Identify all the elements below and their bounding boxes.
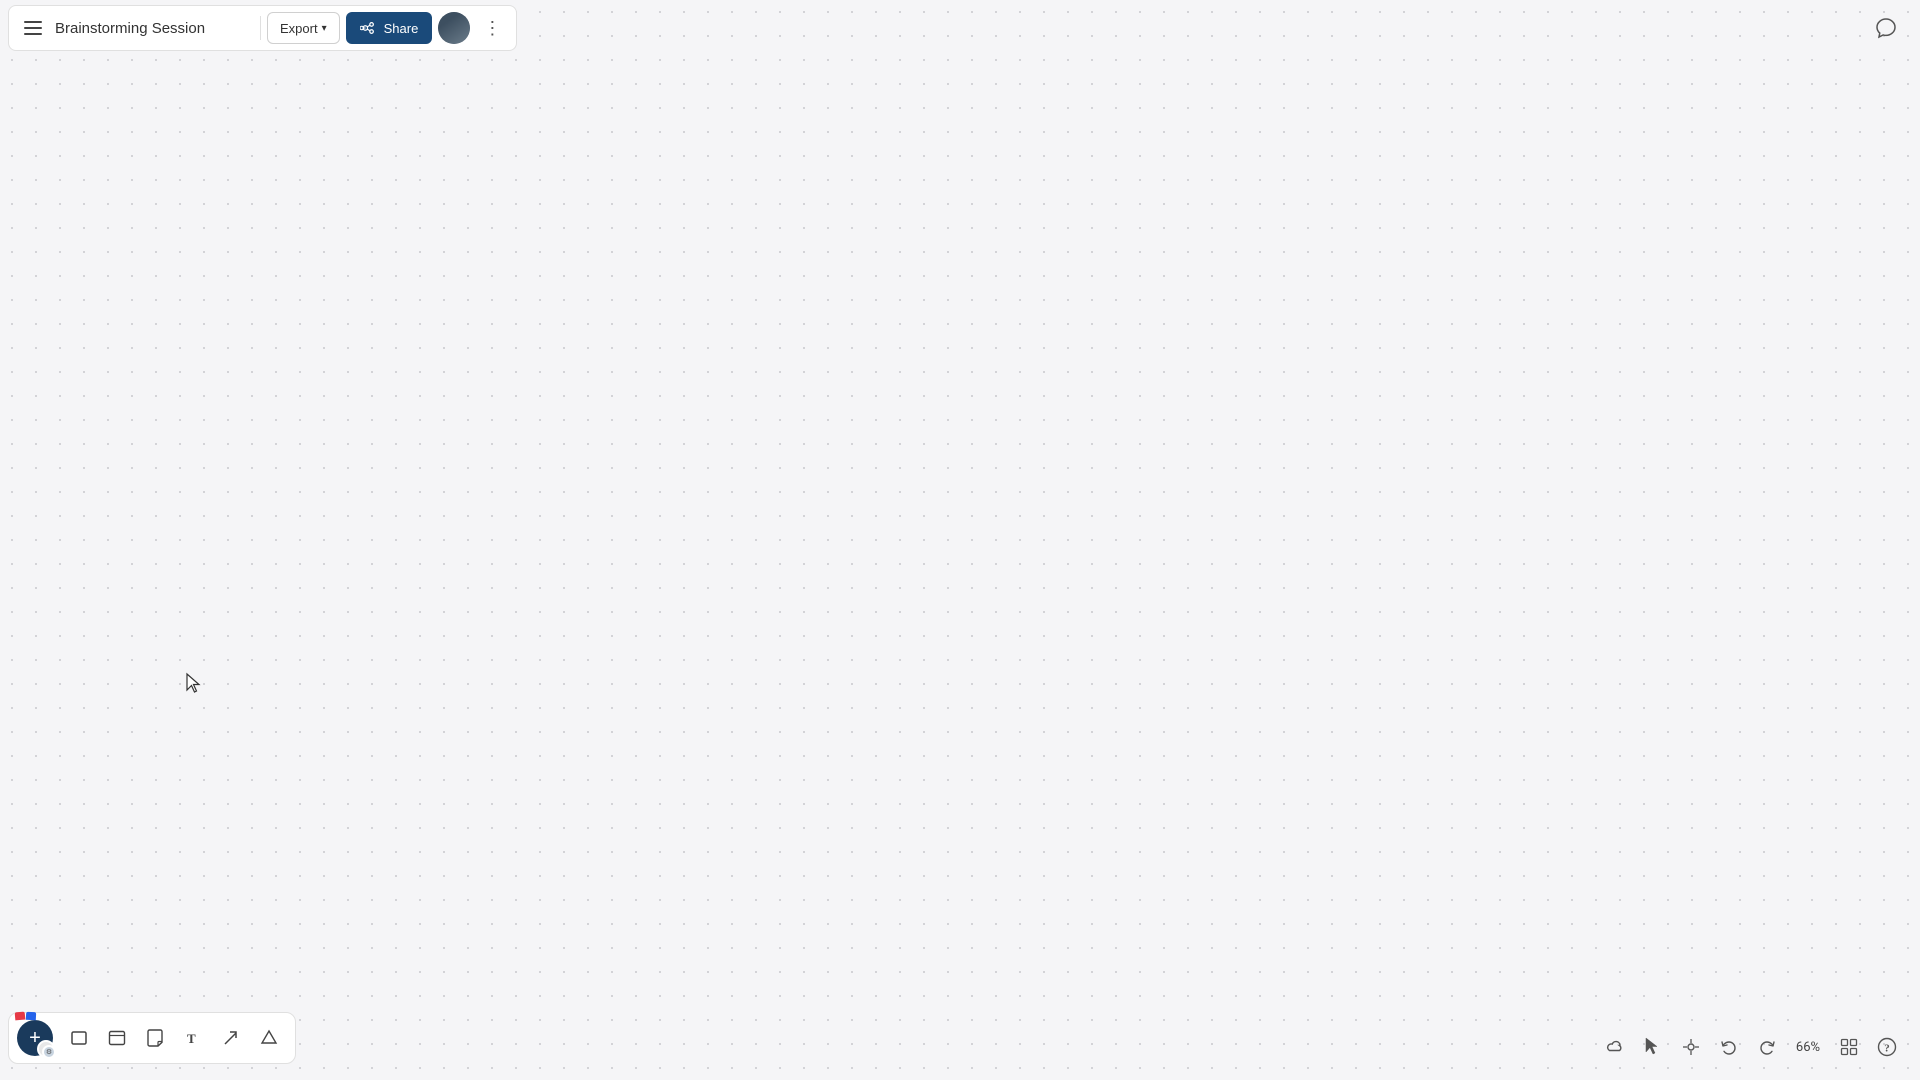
rectangle-tool-button[interactable] bbox=[61, 1020, 97, 1056]
rectangle-icon bbox=[70, 1029, 88, 1047]
card-tool-button[interactable] bbox=[99, 1020, 135, 1056]
help-icon: ? bbox=[1877, 1037, 1897, 1057]
hamburger-icon bbox=[24, 21, 42, 35]
arrow-icon bbox=[222, 1029, 240, 1047]
share-icon bbox=[360, 20, 376, 36]
sticky-note-icon bbox=[146, 1029, 164, 1047]
chevron-down-icon: ▾ bbox=[322, 23, 327, 34]
cloud-icon bbox=[1605, 1037, 1625, 1057]
line-tool-button[interactable] bbox=[213, 1020, 249, 1056]
more-options-button[interactable]: ⋮ bbox=[476, 12, 508, 44]
avatar-image bbox=[438, 12, 470, 44]
plus-icon: + bbox=[29, 1028, 41, 1048]
menu-button[interactable] bbox=[17, 12, 49, 44]
header-left-panel: Export ▾ Share ⋮ bbox=[8, 5, 517, 51]
redo-button[interactable] bbox=[1750, 1030, 1784, 1064]
more-icon: ⋮ bbox=[483, 18, 501, 39]
chat-button[interactable] bbox=[1868, 10, 1904, 46]
share-button[interactable]: Share bbox=[346, 12, 433, 44]
header: Export ▾ Share ⋮ bbox=[0, 0, 1920, 56]
chat-icon bbox=[1875, 17, 1897, 39]
add-button-wrapper: + ⚙ bbox=[17, 1020, 57, 1056]
svg-text:?: ? bbox=[1884, 1043, 1890, 1055]
bottom-toolbar: + ⚙ T bbox=[8, 1012, 296, 1064]
zoom-level: 66% bbox=[1788, 1040, 1828, 1055]
redo-icon bbox=[1758, 1038, 1776, 1056]
help-button[interactable]: ? bbox=[1870, 1030, 1904, 1064]
share-label: Share bbox=[384, 21, 419, 36]
export-button[interactable]: Export ▾ bbox=[267, 12, 340, 44]
document-title-input[interactable] bbox=[55, 20, 254, 37]
grid-button[interactable] bbox=[1832, 1030, 1866, 1064]
divider bbox=[260, 16, 261, 40]
bottom-right-controls: 66% ? bbox=[1598, 1030, 1904, 1064]
pen-tool-button[interactable] bbox=[251, 1020, 287, 1056]
crosshair-icon bbox=[1682, 1038, 1700, 1056]
add-button-badge: ⚙ bbox=[42, 1045, 56, 1059]
add-button[interactable]: + ⚙ bbox=[17, 1020, 53, 1056]
sticker-decoration bbox=[15, 1012, 36, 1020]
text-tool-button[interactable]: T bbox=[175, 1020, 211, 1056]
select-tool-button[interactable] bbox=[1636, 1030, 1670, 1064]
grid-icon bbox=[1840, 1038, 1858, 1056]
undo-icon bbox=[1720, 1038, 1738, 1056]
undo-button[interactable] bbox=[1712, 1030, 1746, 1064]
cloud-button[interactable] bbox=[1598, 1030, 1632, 1064]
pointer-icon bbox=[1644, 1037, 1662, 1057]
svg-text:T: T bbox=[187, 1031, 196, 1046]
avatar[interactable] bbox=[438, 12, 470, 44]
canvas[interactable] bbox=[0, 0, 1920, 1080]
sticky-note-tool-button[interactable] bbox=[137, 1020, 173, 1056]
card-icon bbox=[108, 1029, 126, 1047]
text-icon: T bbox=[184, 1029, 202, 1047]
fit-screen-button[interactable] bbox=[1674, 1030, 1708, 1064]
pen-icon bbox=[260, 1029, 278, 1047]
export-label: Export bbox=[280, 21, 318, 36]
